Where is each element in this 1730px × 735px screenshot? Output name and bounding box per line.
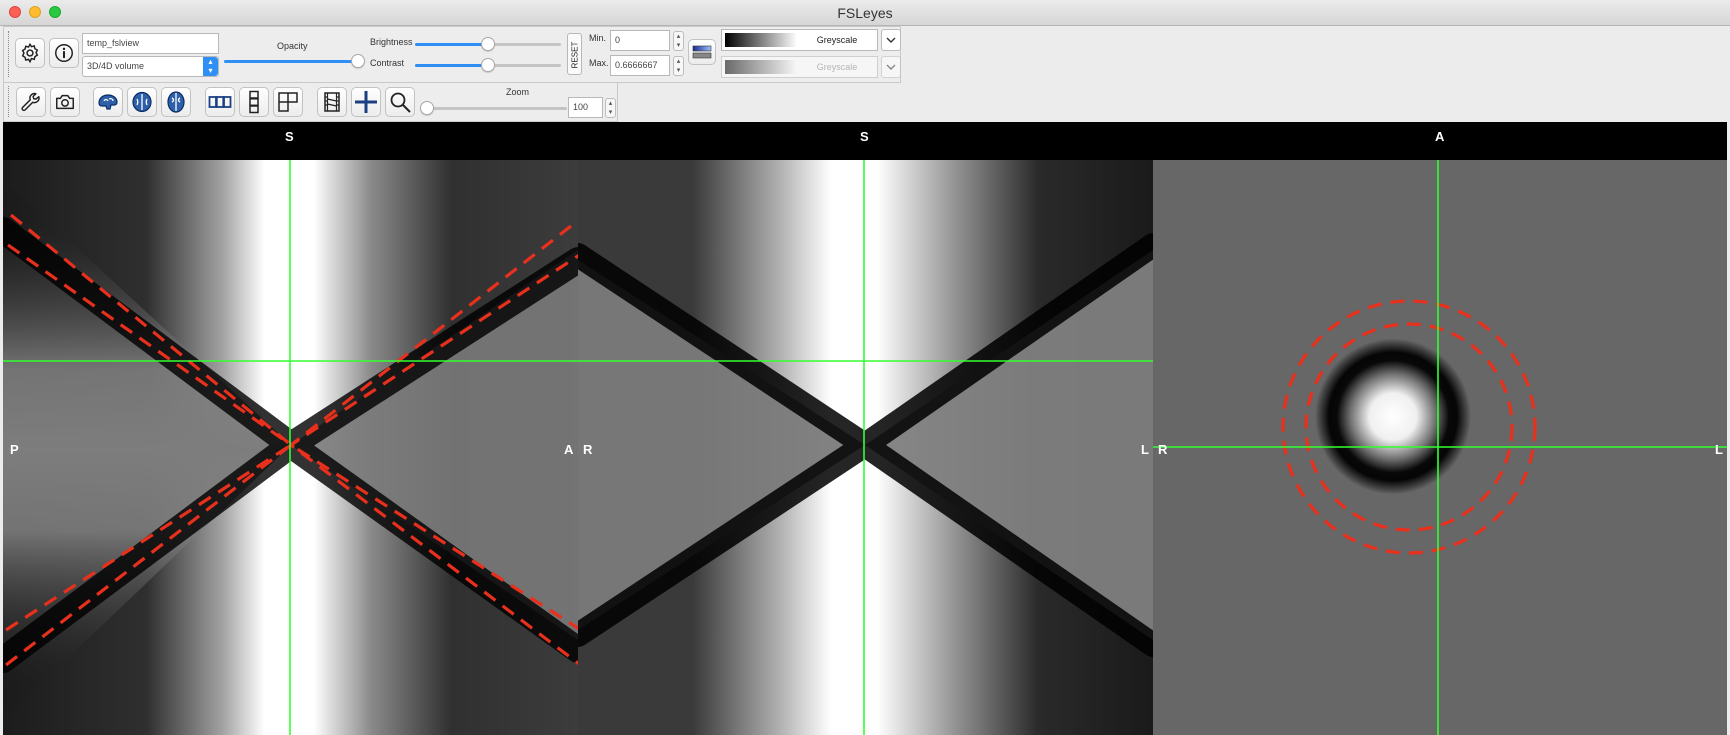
crosshair-icon bbox=[355, 91, 377, 113]
opacity-slider-knob[interactable] bbox=[351, 54, 365, 68]
camera-icon bbox=[56, 94, 74, 110]
toolbar-drag-handle[interactable] bbox=[8, 31, 12, 77]
colormap-preview bbox=[725, 33, 797, 47]
coronal-canvas[interactable]: R L bbox=[578, 160, 1153, 735]
gear-icon bbox=[21, 42, 39, 64]
movie-mode-button[interactable] bbox=[317, 87, 347, 117]
window-title: FSLeyes bbox=[837, 5, 893, 21]
zoom-input[interactable]: 100 bbox=[568, 97, 603, 118]
negative-colormap-preview bbox=[725, 60, 797, 74]
negative-colormap-label: Greyscale bbox=[816, 62, 858, 72]
colour-bar-button[interactable] bbox=[688, 39, 716, 65]
zoom-label: Zoom bbox=[506, 87, 530, 97]
contrast-label: Contrast bbox=[370, 58, 405, 68]
axial-right-label: L bbox=[1715, 442, 1723, 457]
axial-image bbox=[1153, 160, 1727, 735]
vertical-layout-button[interactable] bbox=[239, 87, 269, 117]
toggle-coronal-button[interactable] bbox=[127, 87, 157, 117]
sagittal-left-label: P bbox=[10, 442, 19, 457]
select-arrows-icon: ▴ ▾ bbox=[203, 57, 218, 76]
sagittal-canvas[interactable]: P A bbox=[3, 160, 578, 735]
zoom-icon bbox=[390, 92, 411, 113]
zoom-slider-knob[interactable] bbox=[420, 101, 434, 115]
horizontal-layout-icon bbox=[208, 96, 232, 108]
zoom-slider[interactable] bbox=[424, 107, 567, 110]
toolbar-drag-handle[interactable] bbox=[8, 86, 12, 117]
ortho-toolbar: Zoom 100 ▴ ▾ bbox=[3, 82, 618, 122]
opacity-label: Opacity bbox=[277, 41, 308, 51]
reset-button[interactable]: RESET bbox=[567, 33, 582, 75]
colour-bar-icon bbox=[692, 45, 712, 59]
coronal-left-label: R bbox=[583, 442, 593, 457]
grid-layout-icon bbox=[278, 92, 298, 112]
chevron-down-icon bbox=[886, 64, 896, 70]
overlay-display-toolbar: temp_fslview 3D/4D volume ▴ ▾ Opacity Bri… bbox=[3, 26, 901, 83]
axial-brain-icon bbox=[167, 91, 185, 113]
brightness-slider-knob[interactable] bbox=[481, 37, 495, 51]
ortho-view-panel: S S A P A R L R L bbox=[3, 122, 1727, 735]
vertical-layout-icon bbox=[249, 90, 259, 114]
title-bar: FSLeyes bbox=[0, 0, 1730, 26]
settings-button[interactable] bbox=[15, 38, 45, 68]
screenshot-button[interactable] bbox=[50, 87, 80, 117]
sagittal-brain-icon bbox=[98, 94, 118, 110]
min-input[interactable]: 0 bbox=[610, 30, 670, 51]
axial-left-label: R bbox=[1158, 442, 1168, 457]
coronal-image bbox=[578, 160, 1153, 735]
negative-colormap-dropdown-button[interactable] bbox=[881, 56, 901, 78]
negative-colormap-select[interactable]: Greyscale bbox=[721, 56, 878, 78]
min-label: Min. bbox=[589, 33, 607, 43]
max-spinner[interactable]: ▴ ▾ bbox=[673, 56, 684, 76]
overlay-type-value: 3D/4D volume bbox=[87, 61, 145, 71]
coronal-brain-icon bbox=[132, 91, 152, 113]
coronal-top-label: S bbox=[860, 129, 869, 144]
reset-label: RESET bbox=[570, 41, 580, 69]
colormap-dropdown-button[interactable] bbox=[881, 29, 901, 51]
sagittal-top-label: S bbox=[285, 129, 294, 144]
horizontal-layout-button[interactable] bbox=[205, 87, 235, 117]
coronal-right-label: L bbox=[1141, 442, 1149, 457]
view-settings-button[interactable] bbox=[16, 87, 46, 117]
sagittal-right-label: A bbox=[564, 442, 574, 457]
grid-layout-button[interactable] bbox=[273, 87, 303, 117]
info-button[interactable] bbox=[49, 38, 79, 68]
wrench-icon bbox=[21, 92, 40, 112]
movie-icon bbox=[324, 92, 340, 112]
toggle-axial-button[interactable] bbox=[161, 87, 191, 117]
toggle-cursor-button[interactable] bbox=[351, 87, 381, 117]
contrast-slider-knob[interactable] bbox=[481, 58, 495, 72]
zoom-spinner[interactable]: ▴ ▾ bbox=[605, 98, 616, 118]
reset-zoom-button[interactable] bbox=[385, 87, 415, 117]
axial-canvas[interactable]: R L bbox=[1153, 160, 1727, 735]
max-input[interactable]: 0.6666667 bbox=[610, 55, 670, 76]
info-icon bbox=[55, 44, 73, 62]
contrast-slider-fill bbox=[415, 64, 488, 67]
min-spinner[interactable]: ▴ ▾ bbox=[673, 31, 684, 51]
max-label: Max. bbox=[589, 58, 609, 68]
colormap-select[interactable]: Greyscale bbox=[721, 29, 878, 51]
toggle-sagittal-button[interactable] bbox=[93, 87, 123, 117]
overlay-type-select[interactable]: 3D/4D volume ▴ ▾ bbox=[82, 56, 219, 77]
chevron-down-icon bbox=[886, 37, 896, 43]
overlay-name-input[interactable]: temp_fslview bbox=[82, 33, 219, 54]
opacity-slider[interactable] bbox=[224, 60, 364, 63]
axial-top-label: A bbox=[1435, 129, 1445, 144]
colormap-label: Greyscale bbox=[816, 35, 858, 45]
brightness-label: Brightness bbox=[370, 37, 413, 47]
brightness-slider-fill bbox=[415, 43, 488, 46]
sagittal-image bbox=[3, 160, 578, 735]
opacity-slider-fill bbox=[224, 60, 356, 63]
